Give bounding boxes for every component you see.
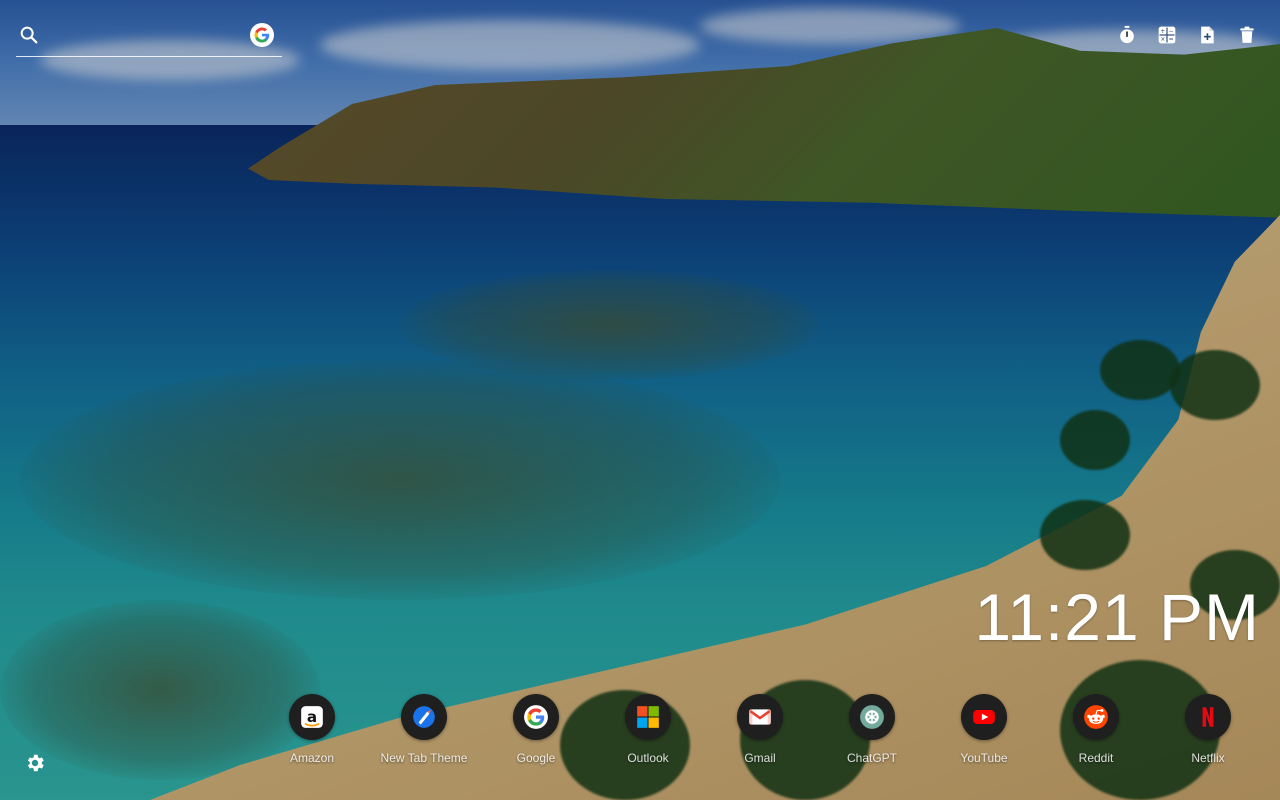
gmail-icon[interactable] [737, 694, 783, 740]
top-toolbar: + − × = [1116, 24, 1258, 46]
new-note-icon[interactable] [1196, 24, 1218, 46]
svg-text:+: + [1160, 29, 1165, 35]
clock-time: 11:21 PM [974, 580, 1260, 654]
timer-icon[interactable] [1116, 24, 1138, 46]
google-icon[interactable] [513, 694, 559, 740]
shortcut-dock: a Amazon New Tab Theme Google Outlook Gm… [256, 694, 1256, 774]
chatgpt-icon[interactable] [849, 694, 895, 740]
svg-text:−: − [1169, 29, 1174, 35]
shortcut-label: Gmail [744, 751, 776, 765]
shortcut-label: Reddit [1078, 751, 1114, 765]
shortcut-label: ChatGPT [846, 751, 897, 765]
wallpaper-dim-overlay [0, 0, 1280, 800]
search-input[interactable] [50, 24, 244, 50]
svg-text:a: a [307, 708, 317, 726]
shortcut-reddit[interactable]: Reddit [1040, 694, 1152, 774]
shortcut-label: YouTube [960, 751, 1008, 765]
shortcut-amazon[interactable]: a Amazon [256, 694, 368, 774]
gear-icon[interactable] [24, 752, 48, 776]
google-logo-icon[interactable] [250, 23, 274, 47]
shortcut-youtube[interactable]: YouTube [928, 694, 1040, 774]
reddit-icon[interactable] [1073, 694, 1119, 740]
outlook-icon[interactable] [625, 694, 671, 740]
youtube-icon[interactable] [961, 694, 1007, 740]
amazon-icon[interactable]: a [289, 694, 335, 740]
search-bar[interactable] [16, 20, 282, 57]
shortcut-new-tab-theme[interactable]: New Tab Theme [368, 694, 480, 774]
trash-icon[interactable] [1236, 24, 1258, 46]
shortcut-google[interactable]: Google [480, 694, 592, 774]
shortcut-label: Google [516, 751, 556, 765]
calculator-icon[interactable]: + − × = [1156, 24, 1178, 46]
wallpaper-background [0, 0, 1280, 800]
shortcut-gmail[interactable]: Gmail [704, 694, 816, 774]
shortcut-label: New Tab Theme [380, 751, 468, 765]
shortcut-label: Amazon [289, 751, 335, 765]
svg-text:=: = [1169, 37, 1174, 43]
svg-text:×: × [1160, 37, 1165, 43]
search-icon[interactable] [18, 24, 40, 46]
netflix-icon[interactable] [1185, 694, 1231, 740]
shortcut-outlook[interactable]: Outlook [592, 694, 704, 774]
shortcut-chatgpt[interactable]: ChatGPT [816, 694, 928, 774]
shortcut-label: Outlook [627, 751, 669, 765]
shortcut-netflix[interactable]: Netflix [1152, 694, 1264, 774]
shortcut-label: Netflix [1191, 751, 1225, 765]
new-tab-theme-icon[interactable] [401, 694, 447, 740]
